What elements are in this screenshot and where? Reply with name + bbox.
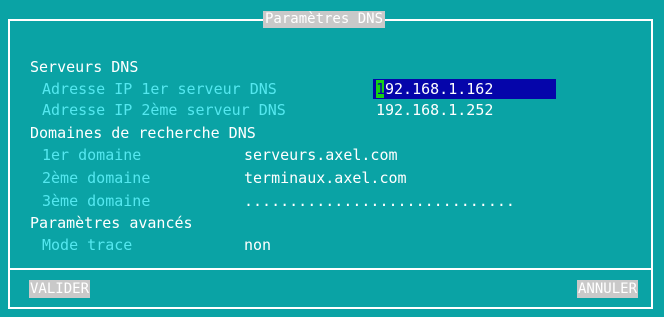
- ip1-label: Adresse IP 1er serveur DNS: [42, 80, 277, 98]
- ip2-label: Adresse IP 2ème serveur DNS: [42, 101, 286, 119]
- validate-button[interactable]: VALIDER: [29, 280, 91, 298]
- domain3-input[interactable]: ..............................: [244, 191, 515, 211]
- section-heading-domains: Domaines de recherche DNS: [30, 124, 256, 142]
- section-heading-servers: Serveurs DNS: [30, 58, 139, 76]
- domain2-label: 2ème domaine: [42, 169, 151, 187]
- domain1-input[interactable]: serveurs.axel.com: [244, 145, 398, 165]
- trace-mode-label: Mode trace: [42, 236, 133, 254]
- domain2-input[interactable]: terminaux.axel.com: [244, 168, 407, 188]
- domain3-label: 3ème domaine: [42, 192, 151, 210]
- text-cursor: 1: [376, 80, 386, 98]
- cancel-button[interactable]: ANNULER: [577, 280, 639, 298]
- trace-mode-input[interactable]: non: [244, 235, 271, 255]
- section-heading-advanced: Paramètres avancés: [30, 214, 193, 232]
- ip1-value[interactable]: 92.168.1.162: [385, 79, 493, 99]
- dns-settings-dialog: Paramètres DNS Serveurs DNS Adresse IP 1…: [0, 0, 664, 317]
- dialog-title: Paramètres DNS: [263, 11, 386, 28]
- domain1-label: 1er domaine: [42, 146, 142, 164]
- button-separator: [8, 268, 653, 270]
- ip2-input[interactable]: 192.168.1.252: [376, 100, 493, 120]
